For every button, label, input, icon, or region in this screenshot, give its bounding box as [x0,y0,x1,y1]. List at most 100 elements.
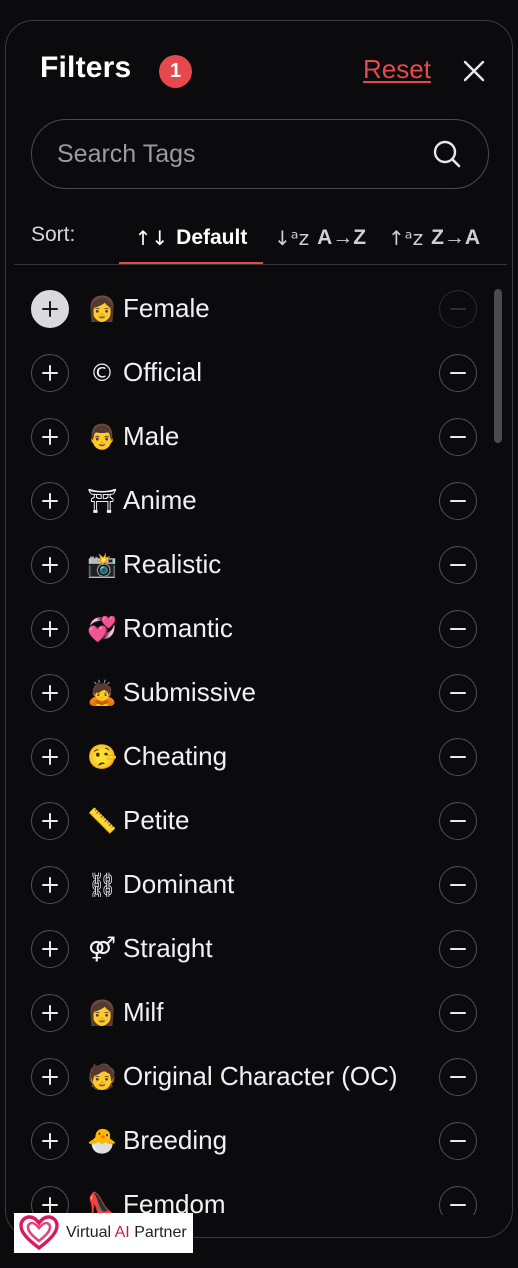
tag-row: 📸 Realistic [6,535,512,599]
active-filter-count-badge: 1 [159,55,192,88]
tag-label: 🙇 Submissive [87,677,256,708]
include-tag-button[interactable] [31,1122,69,1160]
tag-label: 🐣 Breeding [87,1125,227,1156]
exclude-tag-button[interactable] [439,546,477,584]
tag-label: ⚤ Straight [87,933,213,964]
exclude-tag-button[interactable] [439,1186,477,1215]
exclude-tag-button[interactable] [439,994,477,1032]
exclude-tag-button[interactable] [439,738,477,776]
tag-emoji-icon: 🧑 [87,1062,117,1091]
tag-row: 🧑 Original Character (OC) [6,1047,512,1111]
close-button[interactable] [458,55,490,87]
sort-row: Sort: ↑↓ Default ↓ᵃz A→Z ↑ᵃz Z→A [6,211,512,265]
tag-name: Petite [123,805,190,835]
tag-row: ⛓ Dominant [6,855,512,919]
minus-icon [450,756,466,758]
sort-tab-z-a-label: Z→A [431,226,481,249]
tag-row: 👨 Male [6,407,512,471]
tag-name: Male [123,421,180,451]
include-tag-button[interactable] [31,482,69,520]
plus-icon [42,301,58,317]
exclude-tag-button[interactable] [439,866,477,904]
plus-icon [42,1197,58,1213]
include-tag-button[interactable] [31,354,69,392]
plus-icon [42,493,58,509]
filters-title: Filters [40,51,132,84]
include-tag-button[interactable] [31,802,69,840]
minus-icon [450,308,466,310]
exclude-tag-button[interactable] [439,418,477,456]
sort-tab-default[interactable]: ↑↓ Default [119,211,263,265]
include-tag-button[interactable] [31,290,69,328]
tag-row: 👩 Female [6,279,512,343]
tag-label: 🧑 Original Character (OC) [87,1061,397,1092]
filters-panel: Filters 1 Reset Sort: ↑↓ Default ↓ᵃz A→Z [5,20,513,1238]
minus-icon [450,692,466,694]
include-tag-button[interactable] [31,930,69,968]
include-tag-button[interactable] [31,866,69,904]
minus-icon [450,884,466,886]
minus-icon [450,820,466,822]
include-tag-button[interactable] [31,418,69,456]
tag-row: 🤥 Cheating [6,727,512,791]
sort-tab-a-z[interactable]: ↓ᵃz A→Z [274,211,366,265]
tag-emoji-icon: © [90,358,114,387]
exclude-tag-button[interactable] [439,1058,477,1096]
minus-icon [450,948,466,950]
exclude-tag-button[interactable] [439,930,477,968]
sort-tab-z-a[interactable]: ↑ᵃz Z→A [388,211,480,265]
tag-label: 📸 Realistic [87,549,221,580]
exclude-tag-button[interactable] [439,290,477,328]
include-tag-button[interactable] [31,738,69,776]
tag-emoji-icon: 👨 [87,422,117,451]
minus-icon [450,564,466,566]
tag-name: Romantic [123,613,233,643]
exclude-tag-button[interactable] [439,1122,477,1160]
tag-name: Dominant [123,869,235,899]
sort-ascending-icon: ↓ᵃz [274,226,310,250]
tag-name: Female [123,293,210,323]
tag-name: Milf [123,997,164,1027]
include-tag-button[interactable] [31,610,69,648]
tag-label: 👨 Male [87,421,179,452]
heart-logo-icon [19,1215,59,1251]
search-field[interactable] [31,119,489,189]
scrollbar-thumb[interactable] [494,289,502,443]
plus-icon [42,1069,58,1085]
plus-icon [42,621,58,637]
include-tag-button[interactable] [31,994,69,1032]
plus-icon [42,557,58,573]
close-icon [463,60,485,82]
reset-button[interactable]: Reset [363,54,431,85]
tag-emoji-icon: ⚤ [87,934,117,963]
tag-list: 👩 Female © Official 👨 Male ⛩ Anime 📸 Realistic 💞 Ro… [6,279,512,1215]
include-tag-button[interactable] [31,546,69,584]
exclude-tag-button[interactable] [439,354,477,392]
tag-label: 📏 Petite [87,805,190,836]
sort-default-icon: ↑↓ [134,226,169,250]
search-icon[interactable] [430,137,464,171]
tag-label: ⛓ Dominant [87,869,234,900]
tag-row: 🙇 Submissive [6,663,512,727]
tag-row: 👠 Femdom [6,1175,512,1215]
exclude-tag-button[interactable] [439,482,477,520]
plus-icon [42,877,58,893]
exclude-tag-button[interactable] [439,610,477,648]
tag-label: 👠 Femdom [87,1189,226,1215]
tag-row: 💞 Romantic [6,599,512,663]
exclude-tag-button[interactable] [439,802,477,840]
filters-header: Filters 1 Reset [6,21,512,117]
tag-name: Anime [123,485,197,515]
watermark-logo: Virtual AI Partner [14,1213,193,1253]
minus-icon [450,1012,466,1014]
include-tag-button[interactable] [31,1058,69,1096]
tag-name: Straight [123,933,213,963]
plus-icon [42,941,58,957]
include-tag-button[interactable] [31,1186,69,1215]
exclude-tag-button[interactable] [439,674,477,712]
tag-name: Femdom [123,1189,226,1215]
include-tag-button[interactable] [31,674,69,712]
plus-icon [42,365,58,381]
tag-emoji-icon: 📏 [87,806,117,835]
search-input[interactable] [32,138,430,170]
